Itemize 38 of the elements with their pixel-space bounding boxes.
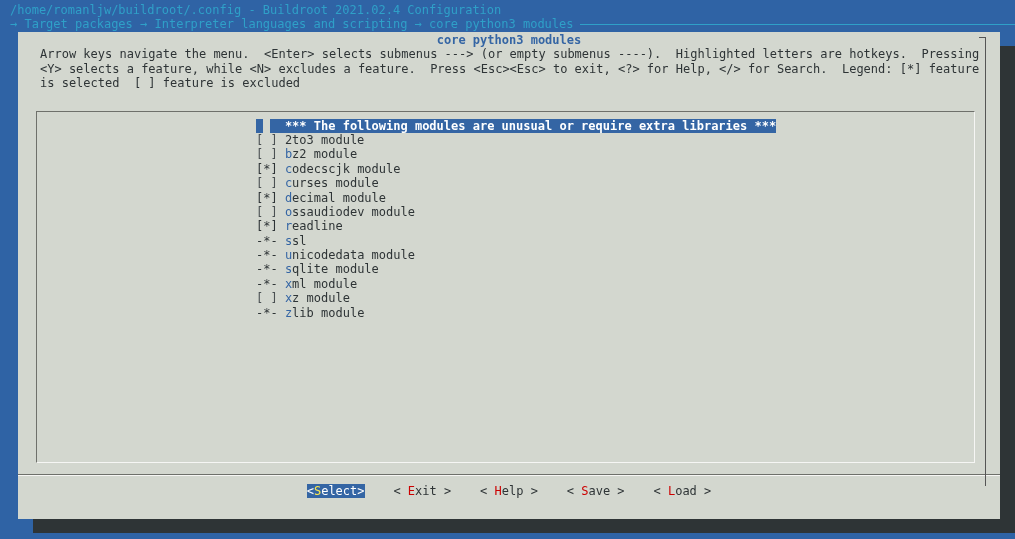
menu-item[interactable]: sqlite module (284, 262, 379, 277)
menu-item[interactable]: curses module (284, 176, 379, 191)
option-checkbox[interactable]: [ ] (256, 176, 285, 191)
option-checkbox[interactable]: -*- (256, 305, 285, 321)
menu-item[interactable]: xz module (284, 291, 350, 306)
menu-item[interactable]: zlib module (284, 305, 365, 321)
option-checkbox[interactable]: -*- (256, 248, 285, 263)
help-text: <Y> selects a feature, while <N> excludes a feature. Press <Esc><Esc> to exit, <?> for Help, </> for Search. Legend: [*] feature (39, 61, 981, 77)
menu-comment[interactable]: *** The following modules are unusual or require extra libraries *** (270, 118, 777, 133)
option-checkbox[interactable]: -*- (256, 262, 285, 277)
menu-item[interactable]: readline (284, 219, 343, 234)
breadcrumb: → Target packages → Interpreter languages and scripting → core python3 modules (10, 17, 574, 32)
dialog-button[interactable]: < Exit > (393, 483, 452, 498)
dialog-button[interactable]: <Select> (306, 483, 365, 498)
option-checkbox[interactable]: -*- (256, 276, 285, 292)
menu-item[interactable]: unicodedata module (284, 248, 415, 263)
dialog-button[interactable]: < Load > (653, 483, 712, 498)
option-checkbox[interactable]: [*] (256, 161, 285, 177)
dialog-button[interactable]: < Save > (566, 483, 625, 498)
menu-item[interactable]: xml module (284, 276, 358, 292)
menu-item[interactable]: decimal module (284, 190, 387, 205)
menu-item[interactable]: ssl (284, 233, 307, 249)
option-checkbox[interactable]: [*] (256, 219, 285, 234)
option-checkbox[interactable]: -*- (256, 233, 285, 249)
dialog-title: core python3 modules (435, 33, 583, 48)
menu-item[interactable]: codecscjk module (284, 161, 401, 177)
dialog-button[interactable]: < Help > (480, 483, 538, 498)
menu-item[interactable]: ossaudiodev module (284, 204, 415, 220)
help-text: Arrow keys navigate the menu. <Enter> selects submenus ---> (or empty submenus ----). Highlighted letters are hotkeys. Pressing (39, 47, 981, 62)
option-checkbox[interactable]: [ ] (256, 147, 285, 162)
help-text: is selected [ ] feature is excluded (39, 76, 302, 91)
option-checkbox[interactable]: [ ] (256, 204, 285, 220)
menu-item[interactable]: bz2 module (284, 147, 358, 162)
menu-item[interactable]: 2to3 module (284, 132, 365, 148)
option-checkbox[interactable]: [ ] (256, 291, 285, 306)
option-checkbox[interactable]: [*] (256, 190, 285, 205)
option-checkbox[interactable]: [ ] (256, 132, 285, 148)
window-title: /home/romanljw/buildroot/.config - Buildroot 2021.02.4 Configuration (9, 2, 503, 18)
